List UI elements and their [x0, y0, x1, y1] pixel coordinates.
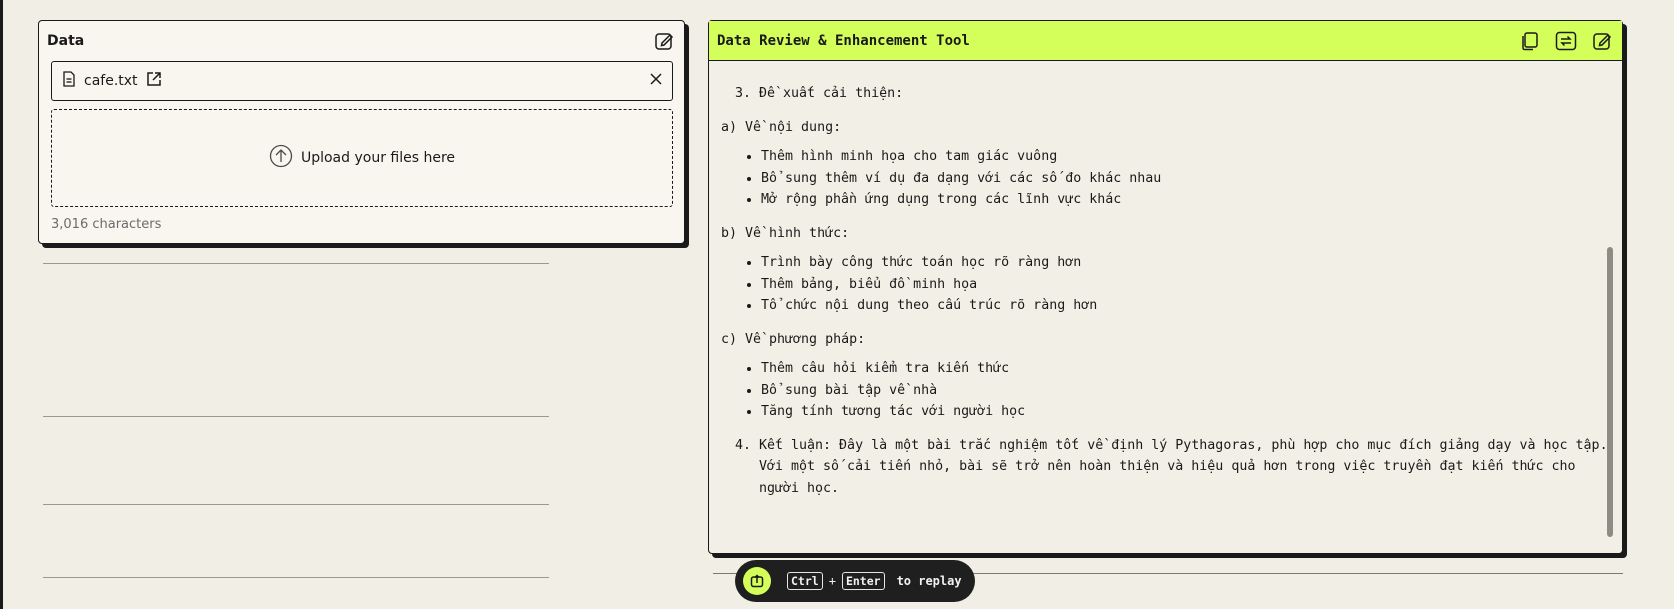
replay-bar[interactable]: Ctrl + Enter to replay: [735, 560, 975, 602]
divider: [43, 504, 549, 505]
divider: [43, 577, 549, 578]
data-panel-title: Data: [47, 33, 85, 49]
list-item: Bổ sung thêm ví dụ đa dạng với các số đo…: [761, 168, 1609, 190]
edit-icon[interactable]: [1590, 29, 1614, 53]
bullet-list: Trình bày công thức toán học rõ ràng hơn…: [721, 252, 1609, 317]
list-item: Bổ sung bài tập về nhà: [761, 380, 1609, 402]
list-item: Tăng tính tương tác với người học: [761, 401, 1609, 423]
divider: [43, 416, 549, 417]
list-item: Kết luận: Đây là một bài trắc nghiệm tốt…: [759, 435, 1609, 500]
data-panel-header: Data: [39, 21, 684, 61]
replay-icon[interactable]: [743, 567, 771, 595]
bullet-list: Thêm câu hỏi kiểm tra kiến thức Bổ sung …: [721, 358, 1609, 423]
tool-panel: Data Review & Enhancement Tool 3. Đề xuấ…: [708, 20, 1623, 554]
section-heading: b) Về hình thức:: [721, 225, 850, 241]
list-item: Thêm hình minh họa cho tam giác vuông: [761, 146, 1609, 168]
external-link-icon[interactable]: [146, 71, 162, 91]
tool-panel-title: Data Review & Enhancement Tool: [717, 32, 970, 49]
data-panel: Data cafe.txt Upload your files here 3,0…: [38, 20, 685, 244]
section-heading: c) Về phương pháp:: [721, 331, 866, 347]
list-item: Thêm câu hỏi kiểm tra kiến thức: [761, 358, 1609, 380]
upload-icon: [269, 144, 293, 172]
ctrl-key: Ctrl: [787, 572, 823, 590]
swap-icon[interactable]: [1554, 29, 1578, 53]
scrollbar[interactable]: [1607, 247, 1613, 537]
replay-label: to replay: [896, 574, 962, 588]
numbered-list: Kết luận: Đây là một bài trắc nghiệm tốt…: [721, 435, 1609, 500]
upload-label: Upload your files here: [300, 150, 456, 166]
list-item: Tổ chức nội dung theo cấu trúc rõ ràng h…: [761, 295, 1609, 317]
upload-dropzone[interactable]: Upload your files here: [51, 109, 673, 207]
section-heading: a) Về nội dung:: [721, 119, 842, 135]
edit-icon[interactable]: [652, 29, 676, 53]
file-name[interactable]: cafe.txt: [84, 73, 138, 89]
list-item: Trình bày công thức toán học rõ ràng hơn: [761, 252, 1609, 274]
char-count: 3,016 characters: [51, 217, 162, 232]
list-item: Mở rộng phần ứng dụng trong các lĩnh vực…: [761, 189, 1609, 211]
review-content: Đề xuất cải thiện: a) Về nội dung: Thêm …: [721, 61, 1609, 551]
bullet-list: Thêm hình minh họa cho tam giác vuông Bổ…: [721, 146, 1609, 211]
enter-key: Enter: [841, 572, 885, 590]
copy-icon[interactable]: [1518, 29, 1542, 53]
divider: [43, 263, 549, 264]
plus-sign: +: [828, 574, 836, 588]
tool-panel-actions: [1518, 29, 1614, 53]
list-item: Đề xuất cải thiện:: [759, 83, 1609, 105]
close-icon[interactable]: [650, 73, 662, 89]
file-icon: [62, 71, 76, 91]
list-item: Thêm bảng, biểu đồ minh họa: [761, 274, 1609, 296]
numbered-list: Đề xuất cải thiện:: [721, 83, 1609, 105]
file-item[interactable]: cafe.txt: [51, 61, 673, 101]
tool-panel-header: Data Review & Enhancement Tool: [709, 21, 1622, 61]
